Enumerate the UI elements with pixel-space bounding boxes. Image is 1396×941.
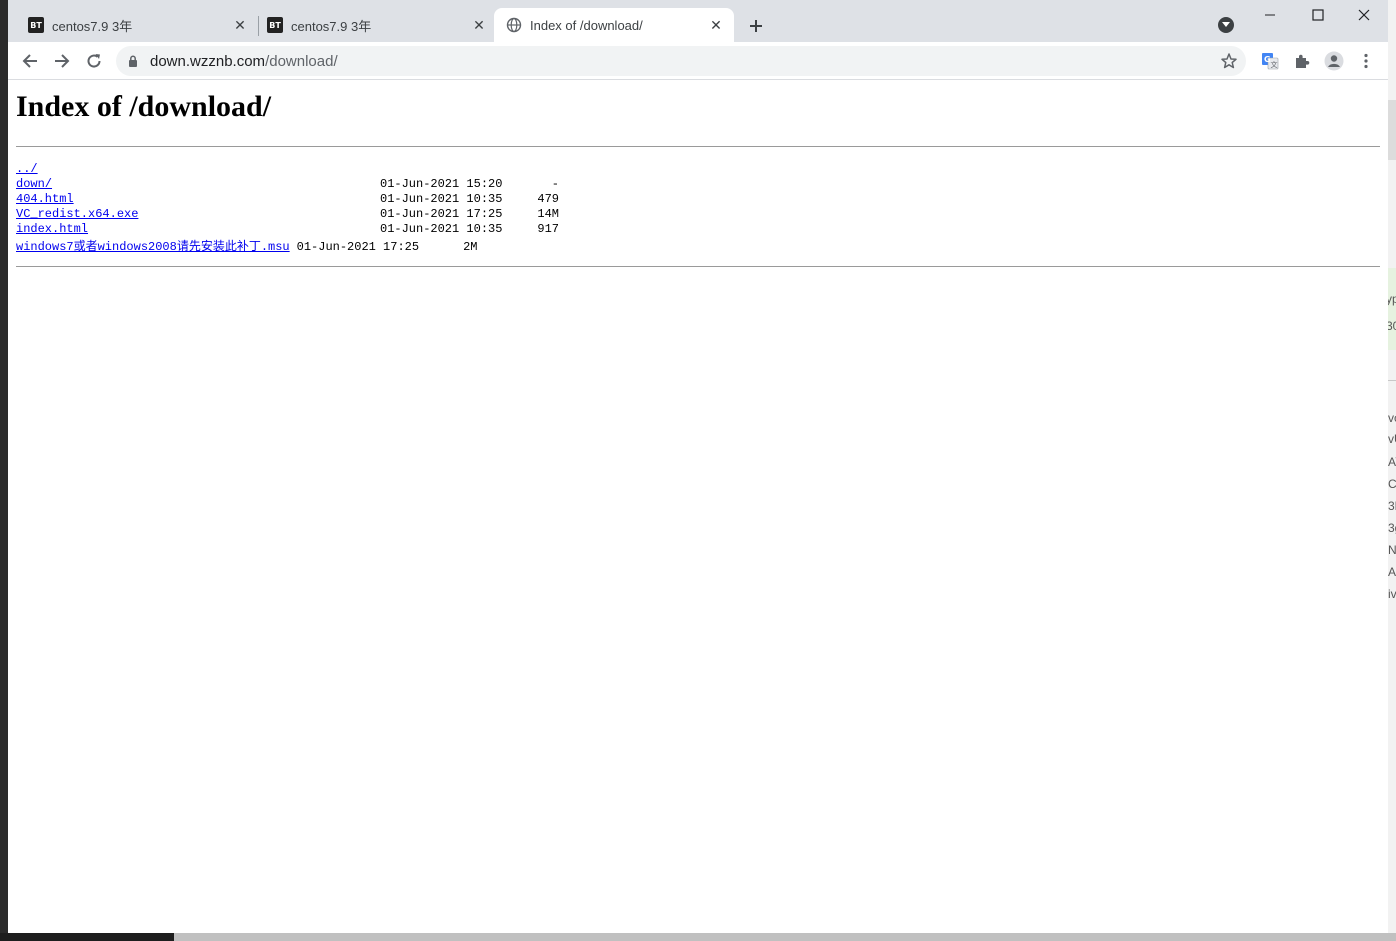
close-icon xyxy=(1358,9,1370,21)
file-size: 917 xyxy=(537,222,559,236)
bg-snippet: 3N xyxy=(1388,499,1396,513)
bg-snippet: vU xyxy=(1388,432,1396,446)
file-size: 2M xyxy=(463,240,478,254)
minimize-button[interactable] xyxy=(1255,4,1285,26)
bg-snippet: iv xyxy=(1388,587,1396,601)
bt-favicon-icon: BT xyxy=(267,17,283,33)
directory-listing: ../ down/ 01-Jun-2021 15:20 - 404.html 0… xyxy=(16,162,559,254)
close-tab-icon[interactable]: ✕ xyxy=(471,17,487,33)
file-date: 01-Jun-2021 10:35 xyxy=(380,192,503,206)
bg-snippet: NI xyxy=(1388,543,1396,557)
arrow-left-icon xyxy=(22,54,37,68)
kebab-menu-icon xyxy=(1364,53,1368,69)
browser-toolbar: down.wzznb.com/download/ G 文 xyxy=(8,42,1388,80)
lock-icon[interactable] xyxy=(128,55,138,67)
close-window-button[interactable] xyxy=(1349,4,1379,26)
list-item: 404.html 01-Jun-2021 10:35 479 xyxy=(16,192,559,207)
tab-title: Index of /download/ xyxy=(530,17,643,33)
bg-snippet: vc xyxy=(1388,411,1396,425)
maximize-icon xyxy=(1312,9,1324,21)
bg-snippet: AY xyxy=(1388,455,1396,469)
url-path: /download/ xyxy=(265,53,338,70)
list-item: windows7或者windows2008请先安装此补丁.msu 01-Jun-2… xyxy=(16,237,477,254)
bookmark-star-icon[interactable] xyxy=(1220,52,1238,70)
reload-icon xyxy=(87,54,101,68)
maximize-button[interactable] xyxy=(1303,4,1333,26)
new-tab-button[interactable] xyxy=(744,14,768,38)
translate-extension-button[interactable]: G 文 xyxy=(1260,51,1280,71)
back-button[interactable] xyxy=(18,49,42,73)
svg-text:文: 文 xyxy=(1271,60,1278,69)
chrome-menu-button[interactable] xyxy=(1356,51,1376,71)
address-bar[interactable]: down.wzznb.com/download/ xyxy=(116,46,1246,76)
desktop-background-left xyxy=(0,0,8,941)
file-size: 14M xyxy=(537,207,559,221)
list-item: down/ 01-Jun-2021 15:20 - xyxy=(16,177,559,192)
file-date: 01-Jun-2021 17:25 xyxy=(380,207,503,221)
chevron-down-icon xyxy=(1222,22,1230,27)
tab-search-button[interactable] xyxy=(1218,17,1234,33)
globe-icon xyxy=(506,17,522,33)
file-link[interactable]: index.html xyxy=(16,222,88,236)
file-link[interactable]: 404.html xyxy=(16,192,74,206)
plus-icon xyxy=(750,20,762,32)
bg-snippet: CI xyxy=(1388,477,1396,491)
bg-snippet: yp xyxy=(1388,292,1396,306)
close-tab-icon[interactable]: ✕ xyxy=(232,17,248,33)
file-link[interactable]: VC_redist.x64.exe xyxy=(16,207,138,221)
bg-snippet: AO xyxy=(1388,565,1396,579)
tab-index-of-download[interactable]: Index of /download/ ✕ xyxy=(494,8,734,42)
tab-title: centos7.9 3年 xyxy=(52,18,133,34)
top-divider xyxy=(16,146,1380,147)
bg-snippet: 30 xyxy=(1388,319,1396,333)
tab-centos-1[interactable]: BT centos7.9 3年 ✕ xyxy=(16,8,258,42)
file-date: 01-Jun-2021 17:25 xyxy=(296,240,420,254)
list-item: VC_redist.x64.exe 01-Jun-2021 17:25 14M xyxy=(16,207,559,222)
file-date: 01-Jun-2021 10:35 xyxy=(380,222,503,236)
avatar-icon xyxy=(1324,51,1344,71)
file-size: - xyxy=(551,177,559,191)
bg-snippet: 3g xyxy=(1388,521,1396,535)
reload-button[interactable] xyxy=(82,49,106,73)
minimize-icon xyxy=(1265,14,1275,16)
url-host: down.wzznb.com xyxy=(150,53,266,70)
translate-icon: G 文 xyxy=(1262,53,1279,70)
file-size: 479 xyxy=(537,192,559,206)
tab-title: centos7.9 3年 xyxy=(291,18,372,34)
file-link[interactable]: down/ xyxy=(16,177,52,191)
file-date: 01-Jun-2021 15:20 xyxy=(380,177,503,191)
list-item: index.html 01-Jun-2021 10:35 917 xyxy=(16,222,559,237)
page-title: Index of /download/ xyxy=(16,90,272,123)
arrow-right-icon xyxy=(55,54,70,68)
forward-button[interactable] xyxy=(50,49,74,73)
file-link[interactable]: windows7或者windows2008请先安装此补丁.msu xyxy=(16,240,290,254)
profile-button[interactable] xyxy=(1324,51,1344,71)
background-window-edge: yp 30 vc vU AY CI 3N 3g NI AO iv xyxy=(1388,0,1396,941)
tab-strip: BT centos7.9 3年 ✕ BT centos7.9 3年 ✕ Inde… xyxy=(8,0,1388,42)
taskbar-strip xyxy=(0,933,1396,941)
tab-centos-2[interactable]: BT centos7.9 3年 ✕ xyxy=(255,8,497,42)
browser-window: BT centos7.9 3年 ✕ BT centos7.9 3年 ✕ Inde… xyxy=(8,0,1388,933)
close-tab-icon[interactable]: ✕ xyxy=(708,17,724,33)
page-content: Index of /download/ ../ down/ 01-Jun-202… xyxy=(8,81,1388,933)
bottom-divider xyxy=(16,266,1380,267)
url-text[interactable]: down.wzznb.com/download/ xyxy=(150,53,338,70)
list-item: ../ xyxy=(16,162,477,177)
puzzle-icon xyxy=(1296,54,1310,68)
parent-directory-link[interactable]: ../ xyxy=(16,162,38,176)
bt-favicon-icon: BT xyxy=(28,17,44,33)
extensions-button[interactable] xyxy=(1292,51,1312,71)
